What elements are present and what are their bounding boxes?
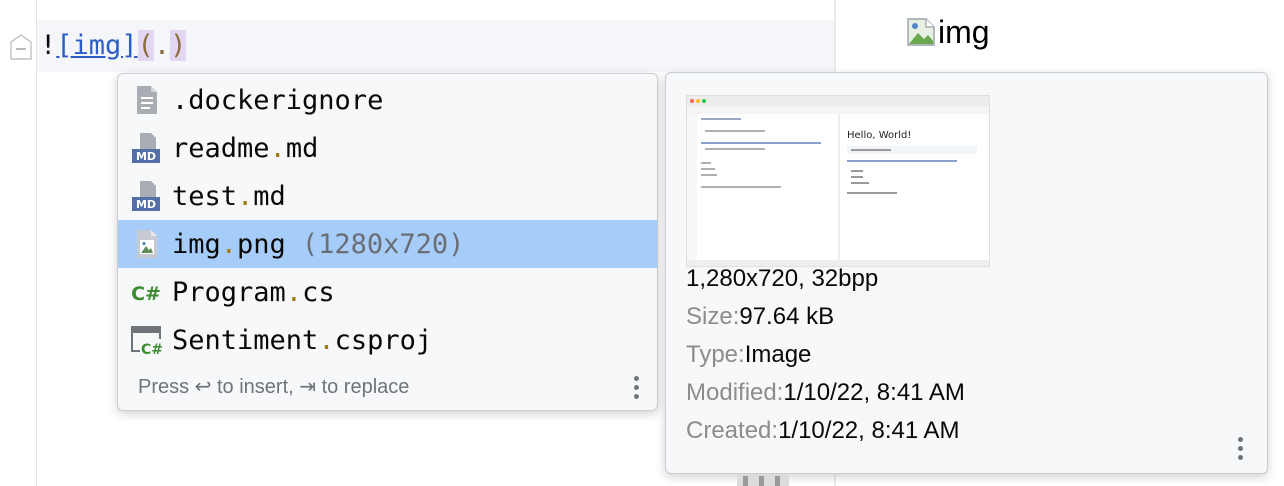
completion-item-hint: (1280x720)	[301, 228, 465, 260]
completion-footer-hint: Press ↩ to insert, ⇥ to replace	[138, 375, 410, 398]
svg-text:C#: C#	[141, 342, 163, 357]
completion-item-selected[interactable]: img.png (1280x720)	[118, 220, 657, 268]
image-modified: Modified:1/10/22, 8:41 AM	[686, 379, 965, 406]
completion-item-name: img.png	[172, 228, 286, 260]
code-exclamation: !	[40, 30, 57, 61]
text-file-icon	[137, 86, 157, 114]
image-thumbnail: Hello, World!	[686, 95, 990, 267]
documentation-popup[interactable]: Hello, World! 1,280x720, 32bpp Size:97.6…	[665, 72, 1268, 474]
fold-marker-icon[interactable]	[10, 34, 32, 60]
completion-item[interactable]: C# Sentiment.csproj	[118, 316, 657, 364]
kebab-menu-icon[interactable]	[1238, 437, 1244, 463]
image-type: Type:Image	[686, 341, 812, 368]
image-dimensions: 1,280x720, 32bpp	[686, 265, 879, 292]
markdown-file-icon: MD	[132, 133, 160, 163]
broken-image-icon	[907, 18, 935, 46]
image-size: Size:97.64 kB	[686, 303, 835, 330]
completion-item-name: Program.cs	[172, 276, 335, 308]
code-path: .	[153, 30, 171, 61]
svg-text:C#: C#	[131, 283, 161, 305]
markdown-preview-image: img	[906, 12, 990, 52]
completion-footer: Press ↩ to insert, ⇥ to replace	[118, 362, 657, 410]
image-created: Created:1/10/22, 8:41 AM	[686, 417, 960, 444]
csharp-file-icon: C#	[131, 283, 161, 305]
svg-text:MD: MD	[136, 150, 156, 163]
code-link-text[interactable]: [img]	[56, 30, 137, 61]
completion-item[interactable]: C# Program.cs	[118, 268, 657, 316]
completion-item[interactable]: MD readme.md	[118, 124, 657, 172]
completion-item-name: test.md	[172, 180, 286, 212]
scrollbar-marker-icon	[737, 474, 789, 486]
completion-item-name: readme.md	[172, 132, 319, 164]
thumbnail-heading: Hello, World!	[847, 130, 911, 141]
code-line[interactable]: ![img](.)	[40, 26, 187, 66]
completion-popup[interactable]: .dockerignore MD readme.md MD test.md im…	[117, 73, 658, 411]
svg-text:MD: MD	[136, 198, 156, 211]
code-open-paren: (	[137, 30, 154, 61]
image-alt-text: img	[938, 14, 990, 50]
completion-item-name: Sentiment.csproj	[172, 324, 433, 356]
code-close-paren: )	[170, 30, 187, 61]
completion-item-name: .dockerignore	[172, 84, 384, 116]
image-file-icon	[137, 230, 157, 258]
thumbnail-screenshot-icon: Hello, World!	[687, 96, 989, 266]
completion-item[interactable]: .dockerignore	[118, 76, 657, 124]
markdown-file-icon: MD	[132, 181, 160, 211]
completion-item[interactable]: MD test.md	[118, 172, 657, 220]
csproj-file-icon: C#	[131, 326, 164, 357]
gutter-divider	[36, 0, 37, 486]
kebab-menu-icon[interactable]	[634, 376, 640, 402]
